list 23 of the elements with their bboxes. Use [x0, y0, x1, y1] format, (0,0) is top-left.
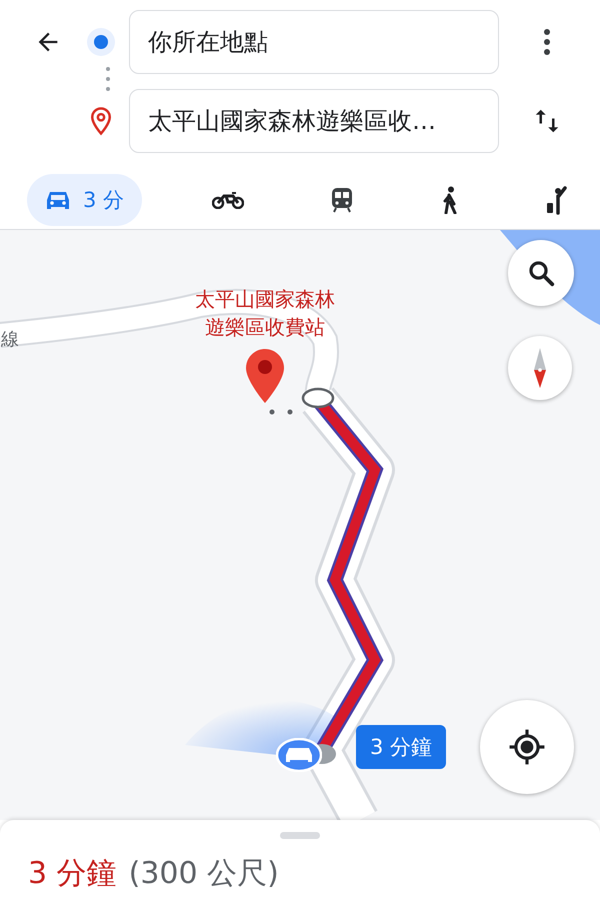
hailing-person-icon — [546, 185, 568, 215]
my-location-icon — [508, 728, 546, 766]
more-options-icon — [543, 28, 551, 56]
origin-dot-icon — [86, 27, 116, 57]
compass-icon — [532, 348, 548, 388]
route-summary-sheet[interactable]: 3 分鐘 (300 公尺) — [0, 820, 600, 900]
destination-field[interactable]: 太平山國家森林遊樂區收… — [129, 89, 499, 153]
train-icon — [331, 187, 354, 213]
motorcycle-icon — [212, 191, 244, 209]
place-label: 遊樂區收費站 — [205, 314, 325, 341]
car-icon — [45, 189, 71, 211]
walking-person-icon — [440, 186, 458, 214]
travel-mode-tab[interactable]: 3 分 — [27, 174, 142, 226]
place-label: 太平山國家森林 — [195, 286, 335, 313]
road-label: 線 — [1, 328, 19, 351]
map-pin-icon — [245, 348, 285, 404]
route-duration: 3 分鐘 — [28, 855, 117, 893]
route-duration-label: 3 分鐘 — [356, 725, 446, 769]
connector-dots-icon — [105, 66, 111, 92]
drag-handle[interactable] — [280, 832, 320, 839]
car-location-icon — [276, 738, 322, 772]
route-distance: (300 公尺) — [128, 855, 279, 893]
origin-field[interactable]: 你所在地點 — [129, 10, 499, 74]
